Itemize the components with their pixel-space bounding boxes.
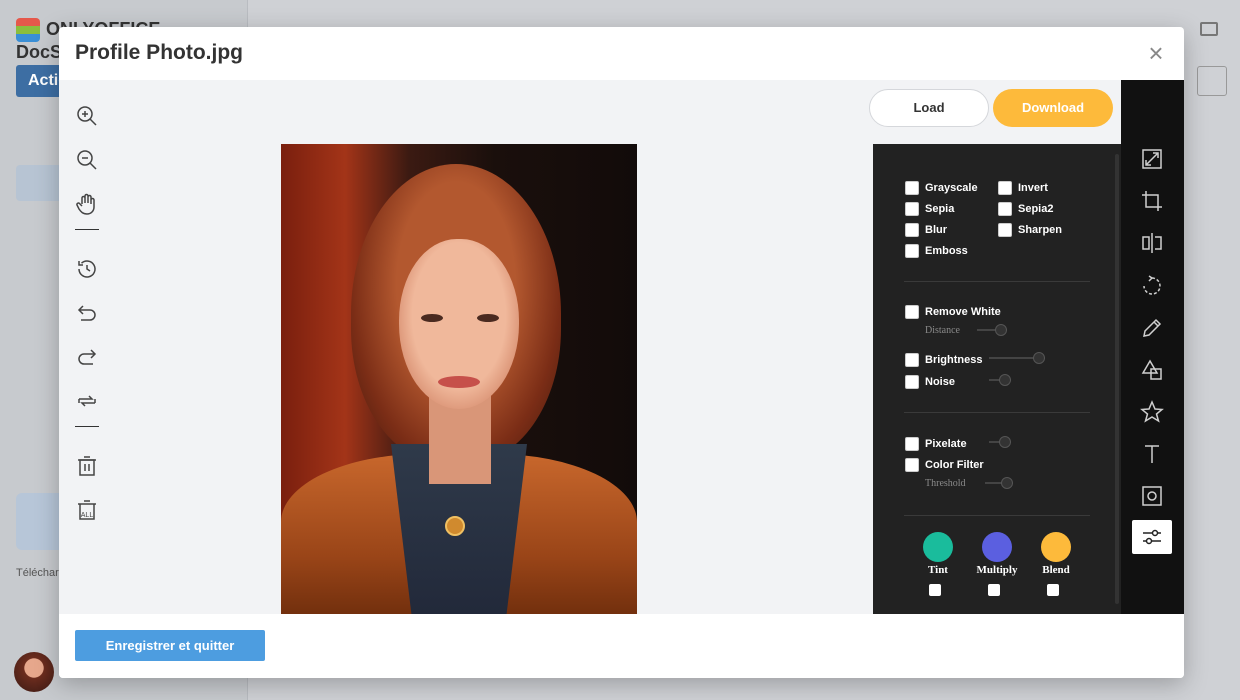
delete-icon[interactable] (73, 452, 101, 480)
photo-eye-left (421, 314, 443, 322)
distance-slider[interactable] (977, 324, 1007, 336)
dialog-footer: Enregistrer et quitter (59, 614, 1184, 678)
blend-swatch[interactable] (1041, 532, 1071, 562)
load-button[interactable]: Load (869, 89, 989, 127)
brightness-slider[interactable] (989, 352, 1045, 364)
text-icon[interactable] (1132, 437, 1172, 471)
resize-icon[interactable] (1132, 142, 1172, 176)
left-toolbar: ALL (59, 80, 115, 614)
draw-icon[interactable] (1132, 311, 1172, 345)
tint-swatch[interactable] (923, 532, 953, 562)
photo-lips (438, 376, 480, 388)
pixelate-slider[interactable] (989, 436, 1011, 448)
multiply-swatch[interactable] (982, 532, 1012, 562)
flip-icon[interactable] (1132, 226, 1172, 260)
blend-checkbox[interactable] (1047, 584, 1059, 596)
filter-grayscale[interactable]: Grayscale (905, 181, 978, 195)
close-icon[interactable]: × (1142, 39, 1170, 67)
toolbar-divider (75, 229, 99, 230)
photo-canvas[interactable] (281, 144, 637, 614)
panel-toggle-icon (1200, 22, 1218, 36)
toolbar-divider (75, 426, 99, 427)
filter-color-filter[interactable]: Color Filter (905, 458, 984, 472)
filter-sepia2[interactable]: Sepia2 (998, 202, 1053, 216)
redo-icon[interactable] (73, 342, 101, 370)
avatar (14, 652, 54, 692)
filter-noise[interactable]: Noise (905, 375, 955, 389)
history-icon[interactable] (73, 255, 101, 283)
svg-text:ALL: ALL (81, 512, 94, 519)
filter-sharpen[interactable]: Sharpen (998, 223, 1062, 237)
editor-area: ALL Load Download Grayscale Invert Sepia… (59, 80, 1184, 614)
filter-icon[interactable] (1132, 520, 1172, 554)
filter-invert[interactable]: Invert (998, 181, 1048, 195)
filter-blur[interactable]: Blur (905, 223, 947, 237)
reset-icon[interactable] (73, 387, 101, 415)
zoom-in-icon[interactable] (73, 102, 101, 130)
photo-pendant (445, 516, 465, 536)
delete-all-icon[interactable]: ALL (73, 496, 101, 524)
shape-icon[interactable] (1132, 353, 1172, 387)
panel-divider (904, 412, 1090, 413)
dialog-header: Profile Photo.jpg × (59, 27, 1184, 80)
filter-brightness[interactable]: Brightness (905, 353, 982, 367)
panel-divider (904, 281, 1090, 282)
filter-sepia[interactable]: Sepia (905, 202, 954, 216)
dialog-title: Profile Photo.jpg (75, 41, 243, 64)
blend-label: Blend (1042, 564, 1070, 576)
panel-scrollbar[interactable] (1115, 154, 1119, 604)
mask-icon[interactable] (1132, 479, 1172, 513)
icon-star-icon[interactable] (1132, 395, 1172, 429)
panel-divider (904, 515, 1090, 516)
zoom-out-icon[interactable] (73, 146, 101, 174)
rotate-icon[interactable] (1132, 269, 1172, 303)
filter-remove-white[interactable]: Remove White (905, 305, 1001, 319)
hand-icon[interactable] (73, 190, 101, 218)
filter-emboss[interactable]: Emboss (905, 244, 968, 258)
filter-panel: Grayscale Invert Sepia Sepia2 Blur Sharp… (873, 144, 1121, 614)
threshold-label: Threshold (925, 478, 966, 489)
multiply-checkbox[interactable] (988, 584, 1000, 596)
undo-icon[interactable] (73, 298, 101, 326)
distance-label: Distance (925, 325, 960, 336)
save-and-quit-button[interactable]: Enregistrer et quitter (75, 630, 265, 661)
right-toolbar (1121, 80, 1184, 614)
photo-editor-dialog: Profile Photo.jpg × ALL Load Download Gr… (59, 27, 1184, 678)
noise-slider[interactable] (989, 374, 1011, 386)
filter-pixelate[interactable]: Pixelate (905, 437, 967, 451)
tint-checkbox[interactable] (929, 584, 941, 596)
grid-view-icon (1197, 66, 1227, 96)
photo-eye-right (477, 314, 499, 322)
threshold-slider[interactable] (985, 477, 1013, 489)
multiply-label: Multiply (976, 564, 1018, 576)
download-button[interactable]: Download (993, 89, 1113, 127)
tint-label: Tint (928, 564, 948, 576)
crop-icon[interactable] (1132, 184, 1172, 218)
